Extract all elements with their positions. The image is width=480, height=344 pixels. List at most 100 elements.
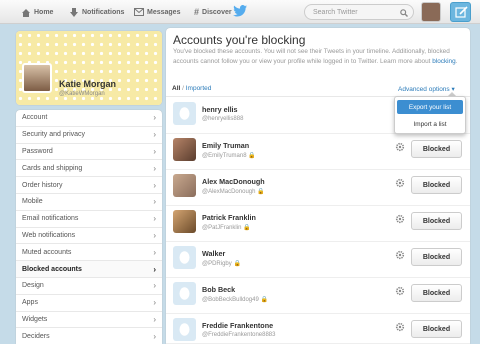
twitter-bird-icon[interactable] (233, 5, 247, 17)
egg-icon (179, 323, 190, 336)
blocked-account-row[interactable]: Alex MacDonough @AlexMacDonough 🔒 Blocke… (166, 170, 470, 206)
advanced-options-dropdown: Export your list Import a list (394, 96, 466, 134)
avatar[interactable] (173, 282, 196, 305)
nav-notifications-label: Notifications (82, 8, 125, 16)
account-handle: @EmilyTruman8 🔒 (202, 152, 256, 159)
account-name[interactable]: Freddie Frankentone (202, 321, 273, 330)
account-handle: @FreddieFrankentone8883 (202, 332, 276, 338)
blocked-account-row[interactable]: Walker @PDRigby 🔒 Blocked (166, 242, 470, 278)
menu-item-mobile[interactable]: Mobile › (16, 194, 162, 211)
menu-item-password[interactable]: Password › (16, 144, 162, 161)
chevron-right-icon: › (153, 281, 156, 291)
blocked-button[interactable]: Blocked (411, 176, 462, 194)
menu-item-order-history[interactable]: Order history › (16, 177, 162, 194)
lock-icon: 🔒 (248, 153, 256, 159)
account-name[interactable]: Walker (202, 249, 225, 258)
export-list-option[interactable]: Export your list (397, 100, 463, 114)
gear-icon[interactable] (395, 322, 405, 332)
filter-imported[interactable]: Imported (186, 85, 212, 92)
search-icon[interactable] (400, 9, 408, 17)
chevron-right-icon: › (153, 146, 156, 156)
chevron-right-icon: › (153, 230, 156, 240)
avatar[interactable] (173, 102, 196, 125)
messages-icon (134, 8, 144, 16)
egg-icon (179, 251, 190, 264)
account-name[interactable]: henry ellis (202, 105, 238, 114)
nav-home[interactable]: Home (21, 0, 53, 24)
lock-icon: 🔒 (233, 261, 241, 267)
menu-item-deciders[interactable]: Deciders › (16, 328, 162, 344)
chevron-right-icon: › (153, 130, 156, 140)
profile-name[interactable]: Katie Morgan (59, 79, 116, 89)
blocked-button[interactable]: Blocked (411, 320, 462, 338)
account-name[interactable]: Alex MacDonough (202, 177, 265, 186)
blocked-button[interactable]: Blocked (411, 284, 462, 302)
nav-messages[interactable]: Messages (134, 0, 180, 24)
nav-notifications[interactable]: Notifications (69, 0, 124, 24)
egg-icon (179, 107, 190, 120)
menu-item-email-notifications[interactable]: Email notifications › (16, 211, 162, 228)
account-name[interactable]: Patrick Franklin (202, 213, 256, 222)
account-name[interactable]: Emily Truman (202, 141, 249, 150)
avatar[interactable] (173, 246, 196, 269)
description-text: You've blocked these accounts. You will … (173, 48, 450, 65)
gear-icon[interactable] (395, 142, 405, 152)
menu-item-blocked-accounts[interactable]: Blocked accounts › (16, 261, 162, 278)
avatar[interactable] (173, 174, 196, 197)
blocked-button[interactable]: Blocked (411, 212, 462, 230)
lock-icon: 🔒 (243, 225, 251, 231)
blocked-account-row[interactable]: Bob Beck @BobBeckBulldog49 🔒 Blocked (166, 278, 470, 314)
chevron-right-icon: › (153, 264, 156, 274)
menu-item-apps[interactable]: Apps › (16, 295, 162, 312)
blocked-button[interactable]: Blocked (411, 248, 462, 266)
egg-icon (179, 287, 190, 300)
blocked-account-row[interactable]: Emily Truman @EmilyTruman8 🔒 Blocked (166, 134, 470, 170)
chevron-right-icon: › (153, 180, 156, 190)
nav-discover[interactable]: # Discover (194, 0, 232, 24)
account-handle: @AlexMacDonough 🔒 (202, 188, 265, 195)
blocked-button[interactable]: Blocked (411, 140, 462, 158)
menu-item-label: Deciders (22, 332, 50, 340)
menu-item-account[interactable]: Account › (16, 110, 162, 127)
blocked-account-row[interactable]: Freddie Frankentone @FreddieFrankentone8… (166, 314, 470, 344)
hashtag-icon: # (194, 7, 200, 17)
avatar[interactable] (173, 138, 196, 161)
avatar[interactable] (173, 318, 196, 341)
profile-handle: @KatieWMorgan (59, 91, 105, 97)
gear-icon[interactable] (395, 286, 405, 296)
account-name[interactable]: Bob Beck (202, 285, 235, 294)
menu-item-label: Mobile (22, 198, 43, 206)
menu-item-label: Account (22, 114, 48, 122)
account-handle: @PatJFranklin 🔒 (202, 224, 251, 231)
menu-item-label: Widgets (22, 315, 48, 323)
profile-avatar[interactable] (22, 63, 52, 93)
compose-tweet-button[interactable] (450, 2, 471, 22)
blocked-account-row[interactable]: Patrick Franklin @PatJFranklin 🔒 Blocked (166, 206, 470, 242)
menu-item-label: Password (22, 147, 53, 155)
chevron-right-icon: › (153, 247, 156, 257)
gear-icon[interactable] (395, 214, 405, 224)
account-handle: @henryellis888 (202, 116, 244, 122)
account-avatar[interactable] (421, 2, 441, 22)
menu-item-widgets[interactable]: Widgets › (16, 312, 162, 329)
menu-item-web-notifications[interactable]: Web notifications › (16, 228, 162, 245)
menu-item-label: Web notifications (22, 231, 76, 239)
avatar[interactable] (173, 210, 196, 233)
menu-item-label: Design (22, 282, 44, 290)
gear-icon[interactable] (395, 178, 405, 188)
nav-home-label: Home (34, 8, 54, 16)
advanced-options-button[interactable]: Advanced options ▾ (398, 85, 455, 93)
menu-item-muted-accounts[interactable]: Muted accounts › (16, 244, 162, 262)
menu-item-label: Email notifications (22, 215, 79, 223)
blocked-accounts-panel: Accounts you're blocking You've blocked … (166, 28, 470, 344)
blocking-link[interactable]: blocking (432, 58, 455, 65)
lock-icon: 🔒 (257, 189, 265, 195)
import-list-option[interactable]: Import a list (397, 117, 463, 131)
menu-item-design[interactable]: Design › (16, 278, 162, 295)
profile-card[interactable]: Katie Morgan @KatieWMorgan (16, 31, 162, 105)
gear-icon[interactable] (395, 250, 405, 260)
menu-item-cards-and-shipping[interactable]: Cards and shipping › (16, 160, 162, 178)
search-input[interactable]: Search Twitter (304, 4, 414, 20)
chevron-right-icon: › (153, 214, 156, 224)
menu-item-security-and-privacy[interactable]: Security and privacy › (16, 127, 162, 144)
